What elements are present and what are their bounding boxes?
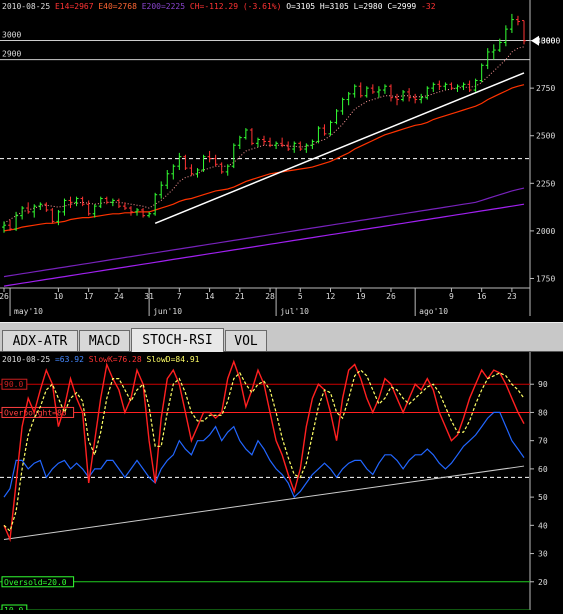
date-tick-label: 17 — [84, 292, 94, 301]
header-value: CH=-112.29 (-3.61%) — [185, 2, 281, 11]
osc-header-value: SlowD=84.91 — [142, 355, 200, 364]
osc-tick-label: 60 — [538, 465, 548, 474]
date-tick-label: 26 — [0, 292, 9, 301]
osc-header-value: SlowK=76.28 — [84, 355, 142, 364]
date-tick-label: 12 — [326, 292, 336, 301]
level-label: 3000 — [2, 31, 21, 40]
tab-macd[interactable]: MACD — [79, 330, 130, 351]
date-tick-label: 21 — [235, 292, 245, 301]
date-tick-label: 24 — [114, 292, 124, 301]
date-tick-label: 5 — [298, 292, 303, 301]
price-tick-label: 2750 — [536, 84, 555, 93]
osc-tick-label: 50 — [538, 493, 548, 502]
date-tick-label: 14 — [205, 292, 215, 301]
date-tick-label: 9 — [449, 292, 454, 301]
osc-tick-label: 80 — [538, 408, 548, 417]
level-label: 2900 — [2, 50, 21, 59]
tab-vol[interactable]: VOL — [225, 330, 267, 351]
date-tick-label: 28 — [265, 292, 275, 301]
header-value: E14=2967 — [50, 2, 94, 11]
osc-tick-label: 70 — [538, 437, 548, 446]
last-price-label: 3000 — [541, 37, 560, 46]
date-tick-label: 26 — [386, 292, 396, 301]
price-chart[interactable]: 3000 2900 1750 2000 2250 2500 2750 3000 3000 26 10… — [0, 0, 563, 322]
header-value: E200=2225 — [137, 2, 185, 11]
tab-adx-atr[interactable]: ADX-ATR — [2, 330, 78, 351]
lower-band-label: 10.0 — [4, 606, 23, 610]
price-chart-svg: 30002900175020002250250027503000300026 10… — [0, 0, 563, 322]
header-value: 2010-08-25 — [2, 2, 50, 11]
upper-band-label: 90.0 — [4, 380, 23, 389]
month-label: ago'10 — [419, 307, 448, 316]
osc-tick-label: 40 — [538, 521, 548, 530]
tab-stoch-rsi[interactable]: STOCH-RSI — [131, 328, 224, 352]
osc-chart-bg — [0, 352, 563, 610]
date-tick-label: 19 — [356, 292, 366, 301]
month-label: may'10 — [14, 307, 43, 316]
stoch-rsi-chart[interactable]: 90.0Overbought=80Oversold=20.010.0203040… — [0, 352, 563, 614]
osc-tick-label: 20 — [538, 578, 548, 587]
month-label: jun'10 — [153, 307, 182, 316]
price-tick-label: 2250 — [536, 179, 555, 188]
osc-header-text: 2010-08-25 =63.92 SlowK=76.28 SlowD=84.9… — [2, 355, 200, 364]
price-tick-label: 2500 — [536, 132, 555, 141]
header-value: O=3105 H=3105 L=2980 C=2999 — [281, 2, 416, 11]
oversold-label: Oversold=20.0 — [4, 578, 67, 587]
header-value: -32 — [416, 2, 435, 11]
date-tick-label: 23 — [507, 292, 517, 301]
indicator-tab-bar: ADX-ATR MACD STOCH-RSI VOL — [0, 322, 563, 352]
stoch-rsi-chart-svg: 90.0Overbought=80Oversold=20.010.0203040… — [0, 352, 563, 614]
price-tick-label: 2000 — [536, 227, 555, 236]
header-value: E40=2768 — [94, 2, 138, 11]
price-header-text: 2010-08-25 E14=2967 E40=2768 E200=2225 C… — [2, 2, 436, 11]
osc-tick-label: 30 — [538, 550, 548, 559]
date-tick-label: 7 — [177, 292, 182, 301]
osc-header-value: 2010-08-25 — [2, 355, 50, 364]
date-tick-label: 16 — [477, 292, 487, 301]
osc-tick-label: 90 — [538, 380, 548, 389]
osc-header-value: =63.92 — [50, 355, 84, 364]
date-tick-label: 10 — [54, 292, 64, 301]
price-tick-label: 1750 — [536, 274, 555, 283]
month-label: jul'10 — [280, 307, 309, 316]
